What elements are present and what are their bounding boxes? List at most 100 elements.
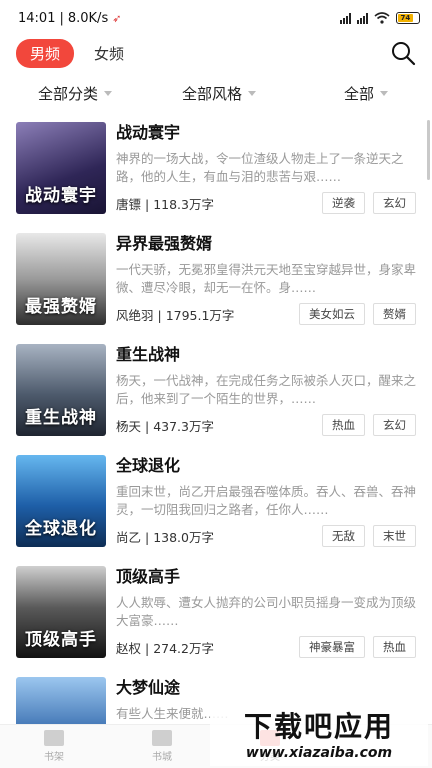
tag[interactable]: 无敌	[322, 525, 365, 547]
book-tags: 神豪暴富 热血	[299, 636, 416, 658]
book-desc: 一代天骄，无冕邪皇得洪元天地至宝穿越异世，身家卑微、遭尽冷眼，却无一在怀。身……	[116, 262, 416, 295]
cover-title: 顶级高手	[25, 630, 97, 650]
status-time: 14:01	[18, 10, 56, 26]
book-desc: 杨天，一代战神，在完成任务之际被杀人灭口，醒来之后，他来到了一个陌生的世界，……	[116, 373, 416, 406]
book-meta: 尚乙 | 138.0万字 无敌 末世	[116, 525, 416, 547]
book-desc: 人人欺辱、遭女人抛弃的公司小职员摇身一变成为顶级大富豪……	[116, 595, 416, 628]
chevron-down-icon	[104, 90, 113, 96]
tag[interactable]: 逆袭	[322, 192, 365, 214]
list-item[interactable]: 重生战神 重生战神 杨天，一代战神，在完成任务之际被杀人灭口，醒来之后，他来到了…	[16, 344, 416, 440]
filter-all[interactable]: 全部	[344, 83, 389, 104]
book-title[interactable]: 战动寰宇	[116, 122, 416, 144]
cover-title: 重生战神	[25, 408, 97, 428]
top-tabs: 男频 女频	[0, 36, 432, 70]
book-cover[interactable]: 最强赘婿	[16, 233, 106, 325]
filter-category-label: 全部分类	[38, 84, 99, 103]
book-meta: 唐镖 | 118.3万字 逆袭 玄幻	[116, 192, 416, 214]
cover-title: 全球退化	[25, 519, 97, 539]
book-author: 尚乙 | 138.0万字	[116, 529, 214, 545]
book-cover[interactable]: 全球退化	[16, 455, 106, 547]
battery-icon: 74	[396, 12, 420, 24]
list-item[interactable]: 最强赘婿 异界最强赘婿 一代天骄，无冕邪皇得洪元天地至宝穿越异世，身家卑微、遭尽…	[16, 233, 416, 329]
watermark-cn: 下载吧应用	[243, 710, 394, 743]
book-title[interactable]: 重生战神	[116, 344, 416, 366]
signal-icon	[357, 12, 368, 24]
book-desc: 重回末世，尚乙开启最强吞噬体质。吞人、吞兽、吞神灵，一切阻我回归之路者，任你人……	[116, 484, 416, 517]
tag[interactable]: 玄幻	[373, 192, 416, 214]
book-info: 异界最强赘婿 一代天骄，无冕邪皇得洪元天地至宝穿越异世，身家卑微、遭尽冷眼，却无…	[116, 233, 416, 329]
author-name: 风绝羽	[116, 307, 154, 323]
filter-category[interactable]: 全部分类	[38, 83, 113, 104]
nav-store-label: 书城	[152, 752, 172, 763]
tag[interactable]: 末世	[373, 525, 416, 547]
status-bar: 14:01 | 8.0K/s ➶ 74	[0, 0, 432, 36]
store-icon	[152, 730, 172, 746]
book-meta: 杨天 | 437.3万字 热血 玄幻	[116, 414, 416, 436]
word-count: 138.0万字	[153, 529, 214, 545]
author-name: 赵权	[116, 640, 142, 656]
tab-female[interactable]: 女频	[94, 43, 124, 64]
filter-style-label: 全部风格	[182, 84, 243, 103]
book-author: 赵权 | 274.2万字	[116, 640, 214, 656]
tag[interactable]: 美女如云	[299, 303, 365, 325]
chevron-down-icon	[248, 90, 257, 96]
book-meta: 风绝羽 | 1795.1万字 美女如云 赘婿	[116, 303, 416, 325]
author-name: 杨天	[116, 418, 142, 434]
wifi-icon	[374, 12, 390, 24]
book-title[interactable]: 顶级高手	[116, 566, 416, 588]
book-meta: 赵权 | 274.2万字 神豪暴富 热血	[116, 636, 416, 658]
book-title[interactable]: 全球退化	[116, 455, 416, 477]
nav-shelf-label: 书架	[44, 752, 64, 763]
chevron-down-icon	[380, 90, 389, 96]
tag[interactable]: 赘婿	[373, 303, 416, 325]
tab-male[interactable]: 男频	[16, 38, 75, 68]
book-author: 唐镖 | 118.3万字	[116, 196, 214, 212]
book-info: 全球退化 重回末世，尚乙开启最强吞噬体质。吞人、吞兽、吞神灵，一切阻我回归之路者…	[116, 455, 416, 551]
book-cover[interactable]: 重生战神	[16, 344, 106, 436]
watermark-en: www.xiazaiba.com	[245, 745, 393, 761]
book-list[interactable]: 战动寰宇 战动寰宇 神界的一场大战，令一位渣级人物走上了一条逆天之路，他的人生，…	[0, 112, 432, 724]
status-right: 74	[340, 12, 420, 24]
book-author: 杨天 | 437.3万字	[116, 418, 214, 434]
scrollbar[interactable]	[427, 120, 430, 180]
nav-shelf[interactable]: 书架	[0, 725, 108, 768]
tag[interactable]: 神豪暴富	[299, 636, 365, 658]
author-name: 唐镖	[116, 196, 142, 212]
filter-all-label: 全部	[344, 84, 375, 103]
book-tags: 无敌 末世	[322, 525, 416, 547]
word-count: 118.3万字	[153, 196, 214, 212]
tag[interactable]: 热血	[373, 636, 416, 658]
cover-title: 战动寰宇	[25, 186, 97, 206]
book-tags: 美女如云 赘婿	[299, 303, 416, 325]
tag[interactable]: 玄幻	[373, 414, 416, 436]
book-title[interactable]: 大梦仙途	[116, 677, 416, 699]
book-info: 重生战神 杨天，一代战神，在完成任务之际被杀人灭口，醒来之后，他来到了一个陌生的…	[116, 344, 416, 440]
book-info: 战动寰宇 神界的一场大战，令一位渣级人物走上了一条逆天之路，他的人生，有血与泪的…	[116, 122, 416, 218]
filter-style[interactable]: 全部风格	[182, 83, 257, 104]
book-author: 风绝羽 | 1795.1万字	[116, 307, 235, 323]
cover-title: 最强赘婿	[25, 297, 97, 317]
list-item[interactable]: 顶级高手 顶级高手 人人欺辱、遭女人抛弃的公司小职员摇身一变成为顶级大富豪…… …	[16, 566, 416, 662]
book-cover[interactable]: 顶级高手	[16, 566, 106, 658]
battery-level: 74	[398, 14, 413, 22]
status-divider: |	[59, 10, 64, 26]
list-item[interactable]: 战动寰宇 战动寰宇 神界的一场大战，令一位渣级人物走上了一条逆天之路，他的人生，…	[16, 122, 416, 218]
book-title[interactable]: 异界最强赘婿	[116, 233, 416, 255]
book-desc: 神界的一场大战，令一位渣级人物走上了一条逆天之路，他的人生，有血与泪的悲苦与艰……	[116, 151, 404, 184]
book-cover[interactable]: 大梦	[16, 677, 106, 724]
status-left: 14:01 | 8.0K/s ➶	[18, 11, 340, 26]
tag[interactable]: 热血	[322, 414, 365, 436]
list-item[interactable]: 全球退化 全球退化 重回末世，尚乙开启最强吞噬体质。吞人、吞兽、吞神灵，一切阻我…	[16, 455, 416, 551]
book-tags: 逆袭 玄幻	[322, 192, 416, 214]
nav-store[interactable]: 书城	[108, 725, 216, 768]
book-tags: 热血 玄幻	[322, 414, 416, 436]
word-count: 274.2万字	[153, 640, 214, 656]
book-cover[interactable]: 战动寰宇	[16, 122, 106, 214]
book-info: 顶级高手 人人欺辱、遭女人抛弃的公司小职员摇身一变成为顶级大富豪…… 赵权 | …	[116, 566, 416, 662]
word-count: 1795.1万字	[165, 307, 235, 323]
signal-icon	[340, 12, 351, 24]
search-icon[interactable]	[390, 40, 416, 66]
status-speed: 8.0K/s	[67, 10, 109, 26]
notification-icon: ➶	[112, 11, 122, 25]
watermark-logo: 下载吧应用 www.xiazaiba.com	[210, 700, 428, 766]
